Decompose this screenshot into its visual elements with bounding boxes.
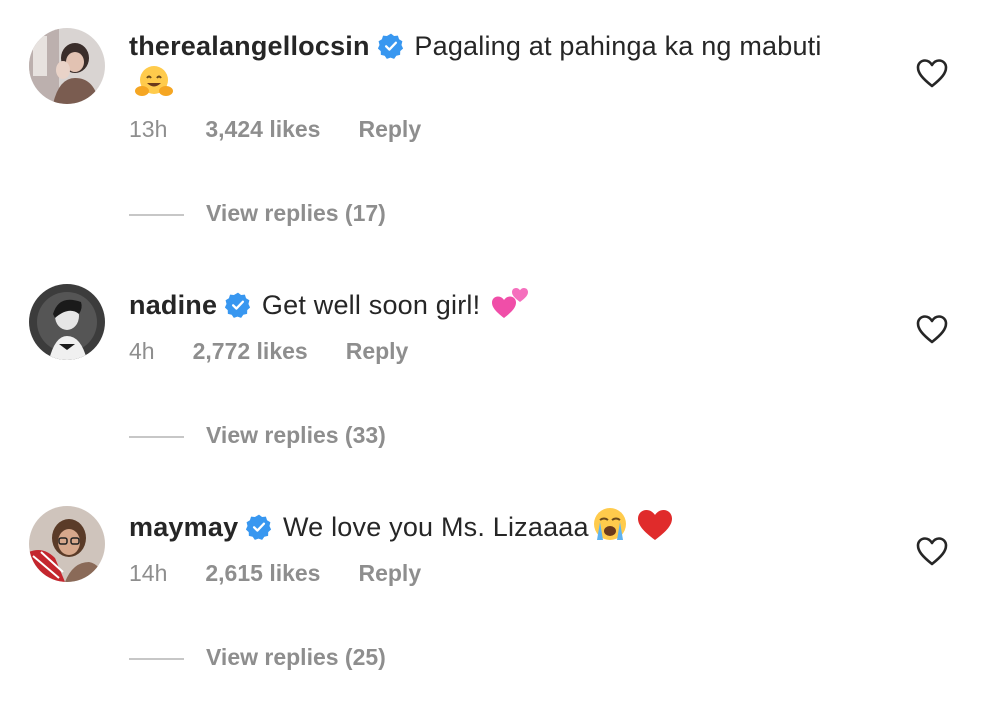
comment-timestamp[interactable]: 14h [129, 560, 167, 587]
comment-timestamp[interactable]: 13h [129, 116, 167, 143]
replies-divider [129, 213, 184, 216]
comment-meta: 4h 2,772 likes Reply [129, 338, 408, 365]
heart-outline-icon[interactable] [916, 536, 948, 566]
loudly-crying-face-emoji [593, 508, 626, 540]
comment-body: We love you Ms. Lizaaaa [282, 512, 589, 542]
heart-outline-icon[interactable] [916, 58, 948, 88]
comment-timestamp[interactable]: 4h [129, 338, 155, 365]
reply-button[interactable]: Reply [358, 116, 421, 143]
view-replies-button[interactable]: View replies (25) [129, 644, 386, 674]
avatar[interactable] [29, 28, 105, 104]
comment-body: Pagaling at pahinga ka ng mabuti [414, 31, 822, 61]
comment-body: Get well soon girl! [261, 290, 481, 320]
comment-username[interactable]: nadine [129, 290, 217, 320]
like-count[interactable]: 3,424 likes [205, 116, 320, 143]
view-replies-button[interactable]: View replies (17) [129, 200, 386, 230]
verified-badge-icon [246, 514, 272, 540]
view-replies-label[interactable]: View replies (17) [206, 200, 386, 226]
comment-text: maymay We love you Ms. Lizaaaa [129, 506, 849, 545]
hugging-face-emoji [135, 66, 173, 96]
comment-text: therealangellocsin Pagaling at pahinga k… [129, 28, 849, 103]
comment-meta: 13h 3,424 likes Reply [129, 116, 421, 143]
comment-text: nadine Get well soon girl! [129, 284, 849, 323]
replies-divider [129, 657, 184, 660]
comment-meta: 14h 2,615 likes Reply [129, 560, 421, 587]
verified-badge-icon [377, 33, 403, 59]
comment-username[interactable]: therealangellocsin [129, 31, 370, 61]
avatar[interactable] [29, 284, 105, 360]
two-hearts-emoji [492, 288, 529, 318]
reply-button[interactable]: Reply [346, 338, 409, 365]
red-heart-emoji [637, 510, 672, 540]
view-replies-label[interactable]: View replies (33) [206, 422, 386, 448]
heart-outline-icon[interactable] [916, 314, 948, 344]
reply-button[interactable]: Reply [358, 560, 421, 587]
view-replies-label[interactable]: View replies (25) [206, 644, 386, 670]
like-count[interactable]: 2,772 likes [193, 338, 308, 365]
replies-divider [129, 435, 184, 438]
like-count[interactable]: 2,615 likes [205, 560, 320, 587]
comment-username[interactable]: maymay [129, 512, 238, 542]
verified-badge-icon [225, 292, 251, 318]
view-replies-button[interactable]: View replies (33) [129, 422, 386, 452]
avatar[interactable] [29, 506, 105, 582]
